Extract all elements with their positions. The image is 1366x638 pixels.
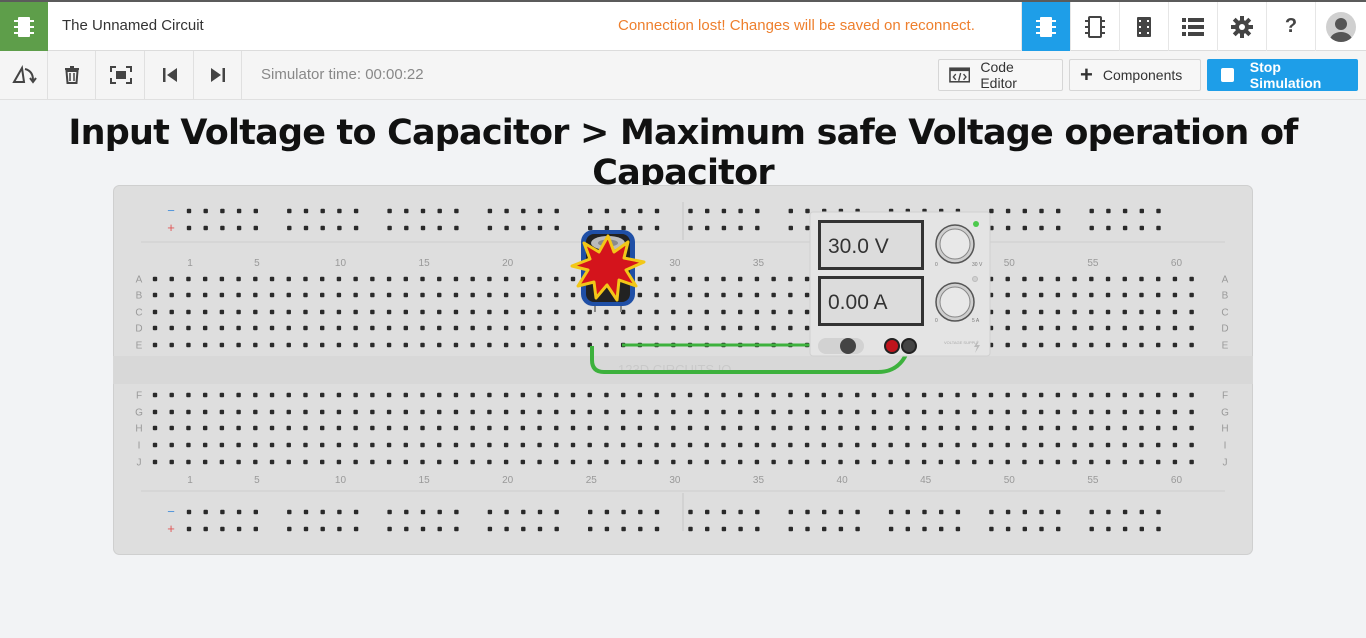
supply-label: VOLTAGE SUPPLY — [944, 340, 979, 345]
status-led — [973, 221, 979, 227]
power-supply[interactable]: 30.0 V 0.00 A 0 30 V 0 5 A VOLTAGE SUPPL… — [809, 211, 991, 357]
current-display: 0.00 A — [828, 291, 888, 314]
current-knob-max: 5 A — [972, 318, 980, 324]
current-knob[interactable] — [935, 282, 975, 322]
voltage-knob-min: 0 — [935, 262, 938, 268]
voltage-knob[interactable] — [935, 224, 975, 264]
negative-terminal[interactable] — [901, 338, 917, 354]
current-knob-min: 0 — [935, 318, 938, 324]
voltage-display: 30.0 V — [828, 235, 889, 258]
circuit-overlay: 30.0 V 0.00 A 0 30 V 0 5 A VOLTAGE SUPPL… — [570, 211, 991, 374]
positive-terminal[interactable] — [884, 338, 900, 354]
voltage-knob-max: 30 V — [972, 262, 983, 268]
capacitor-component[interactable] — [570, 230, 646, 312]
power-switch[interactable] — [840, 338, 856, 354]
